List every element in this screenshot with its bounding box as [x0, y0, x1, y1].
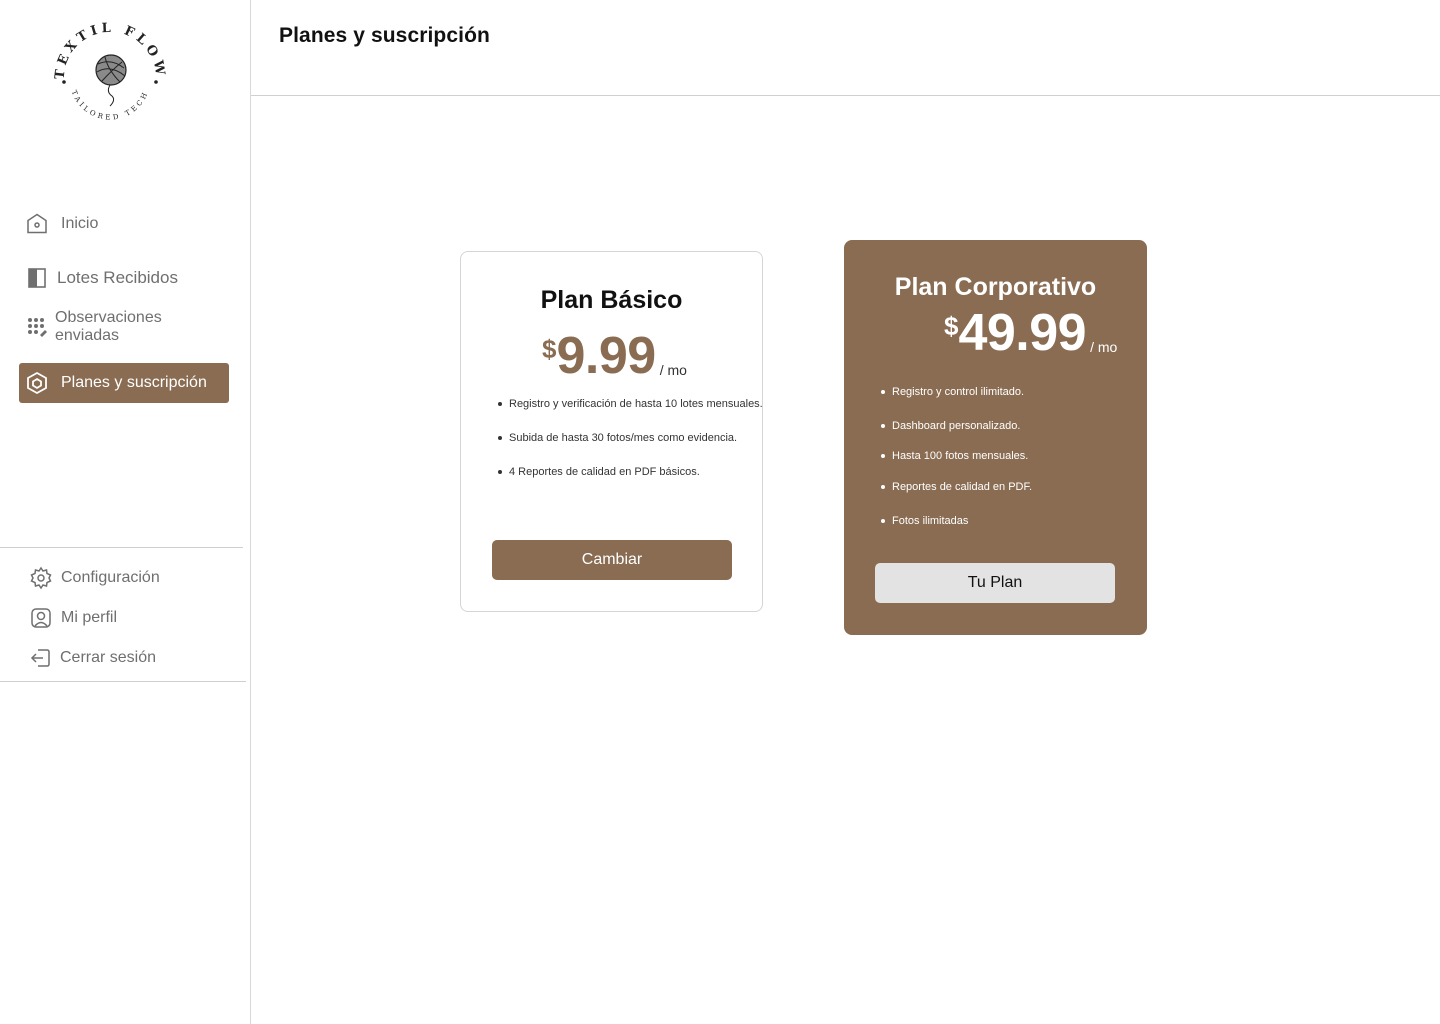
sidebar-item-label: Lotes Recibidos	[57, 268, 178, 287]
feature-item: Fotos ilimitadas	[881, 515, 968, 527]
brand-logo: TEXTIL FLOW TAILORED TECH	[50, 18, 170, 130]
sidebar-item-cerrar-sesion[interactable]: Cerrar sesión	[23, 638, 233, 678]
price-currency: $	[944, 311, 959, 341]
price-amount: 49.99	[958, 304, 1087, 362]
plan-card-corporate: Plan Corporativo $ 49.99 / mo Registro y…	[844, 240, 1147, 635]
sidebar-divider	[0, 547, 243, 548]
feature-item: Registro y verificación de hasta 10 lote…	[498, 398, 763, 410]
sidebar-item-label: Observaciones enviadas	[55, 309, 162, 344]
plan-price: $ 49.99 / mo	[944, 307, 1117, 359]
sidebar-item-label: Cerrar sesión	[60, 649, 157, 666]
page-title: Planes y suscripción	[279, 24, 490, 47]
plan-price: $ 9.99 / mo	[542, 330, 687, 382]
sidebar-divider	[0, 681, 246, 682]
price-period: / mo	[1090, 339, 1118, 355]
book-icon	[25, 266, 49, 290]
price-currency: $	[542, 334, 557, 364]
sidebar-item-lotes-recibidos[interactable]: Lotes Recibidos	[19, 258, 229, 298]
feature-item: Hasta 100 fotos mensuales.	[881, 450, 1028, 462]
sidebar: TEXTIL FLOW TAILORED TECH Inicio Lotes R…	[0, 0, 251, 1024]
plan-card-basic: Plan Básico $ 9.99 / mo Registro y verif…	[460, 251, 763, 612]
home-icon	[25, 212, 49, 236]
sidebar-item-observaciones[interactable]: Observaciones enviadas	[19, 307, 229, 347]
current-plan-button[interactable]: Tu Plan	[875, 563, 1115, 603]
sidebar-item-label: Mi perfil	[61, 609, 118, 626]
logout-icon	[29, 646, 53, 670]
gear-icon	[29, 566, 53, 590]
price-amount: 9.99	[556, 327, 656, 385]
feature-item: Subida de hasta 30 fotos/mes como eviden…	[498, 432, 737, 444]
plan-name: Plan Corporativo	[894, 273, 1097, 301]
sidebar-item-label: Inicio	[61, 215, 99, 232]
sidebar-item-configuracion[interactable]: Configuración	[23, 558, 233, 598]
feature-item: Dashboard personalizado.	[881, 420, 1020, 432]
feature-item: Reportes de calidad en PDF.	[881, 481, 1032, 493]
sidebar-item-planes[interactable]: Planes y suscripción	[19, 363, 229, 403]
user-icon	[29, 606, 53, 630]
price-period: / mo	[659, 362, 687, 378]
page-header: Planes y suscripción	[251, 0, 1440, 96]
cube-icon	[25, 371, 49, 395]
grid-dots-icon	[25, 315, 49, 339]
sidebar-item-label: Configuración	[61, 569, 160, 586]
plan-name: Plan Básico	[540, 286, 683, 314]
sidebar-item-inicio[interactable]: Inicio	[19, 204, 229, 244]
feature-item: Registro y control ilimitado.	[881, 386, 1024, 398]
feature-item: 4 Reportes de calidad en PDF básicos.	[498, 466, 700, 478]
sidebar-item-label: Planes y suscripción	[61, 374, 207, 391]
change-plan-button[interactable]: Cambiar	[492, 540, 732, 580]
sidebar-item-mi-perfil[interactable]: Mi perfil	[23, 598, 233, 638]
